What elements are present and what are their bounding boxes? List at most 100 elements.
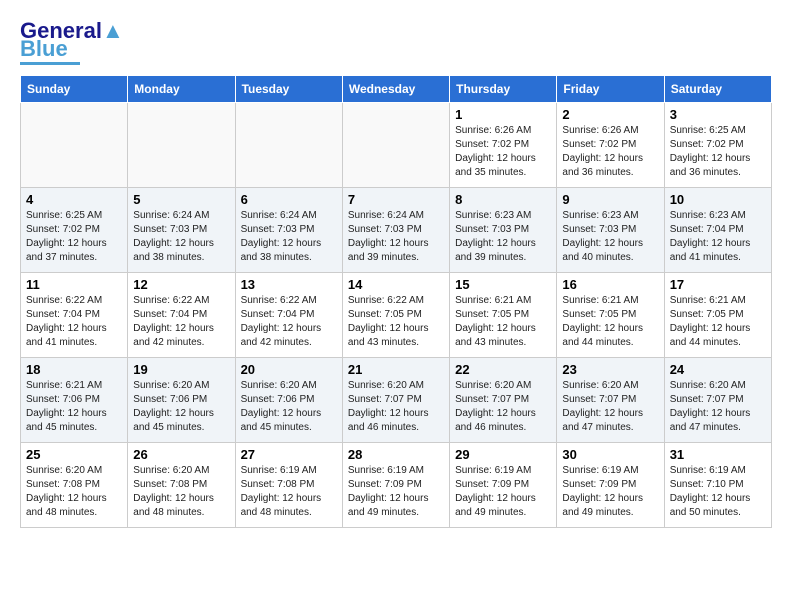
day-info: Sunrise: 6:21 AM Sunset: 7:06 PM Dayligh…: [26, 379, 122, 435]
day-info: Sunrise: 6:19 AM Sunset: 7:10 PM Dayligh…: [670, 464, 766, 520]
day-info: Sunrise: 6:26 AM Sunset: 7:02 PM Dayligh…: [455, 124, 551, 180]
day-number: 12: [133, 277, 229, 292]
day-number: 26: [133, 447, 229, 462]
day-number: 6: [241, 192, 337, 207]
calendar-cell: 12 Sunrise: 6:22 AM Sunset: 7:04 PM Dayli…: [128, 273, 235, 358]
calendar-week-row: 18Sunrise: 6:21 AM Sunset: 7:06 PM Dayli…: [21, 358, 772, 443]
day-info: Sunrise: 6:24 AM Sunset: 7:03 PM Dayligh…: [348, 209, 444, 265]
day-info: Sunrise: 6:20 AM Sunset: 7:06 PM Dayligh…: [133, 379, 229, 435]
calendar-cell: 24 Sunrise: 6:20 AM Sunset: 7:07 PM Dayli…: [664, 358, 771, 443]
day-number: 14: [348, 277, 444, 292]
logo-blue-text: Blue: [20, 38, 68, 60]
calendar-cell: 20Sunrise: 6:20 AM Sunset: 7:06 PM Dayli…: [235, 358, 342, 443]
calendar-cell: 31Sunrise: 6:19 AM Sunset: 7:10 PM Dayli…: [664, 443, 771, 528]
calendar-cell: [342, 103, 449, 188]
calendar-cell: 3 Sunrise: 6:25 AM Sunset: 7:02 PM Daylig…: [664, 103, 771, 188]
day-header-friday: Friday: [557, 76, 664, 103]
day-number: 11: [26, 277, 122, 292]
day-number: 23: [562, 362, 658, 377]
calendar-cell: 14 Sunrise: 6:22 AM Sunset: 7:05 PM Dayli…: [342, 273, 449, 358]
day-info: Sunrise: 6:26 AM Sunset: 7:02 PM Dayligh…: [562, 124, 658, 180]
calendar-cell: 10 Sunrise: 6:23 AM Sunset: 7:04 PM Dayli…: [664, 188, 771, 273]
calendar-cell: 11Sunrise: 6:22 AM Sunset: 7:04 PM Dayli…: [21, 273, 128, 358]
calendar-cell: [235, 103, 342, 188]
logo: General▲ Blue: [20, 20, 124, 65]
calendar-table: SundayMondayTuesdayWednesdayThursdayFrid…: [20, 75, 772, 528]
calendar-cell: 4 Sunrise: 6:25 AM Sunset: 7:02 PM Daylig…: [21, 188, 128, 273]
day-info: Sunrise: 6:21 AM Sunset: 7:05 PM Dayligh…: [455, 294, 551, 350]
day-info: Sunrise: 6:22 AM Sunset: 7:04 PM Dayligh…: [241, 294, 337, 350]
day-info: Sunrise: 6:23 AM Sunset: 7:03 PM Dayligh…: [562, 209, 658, 265]
day-info: Sunrise: 6:20 AM Sunset: 7:07 PM Dayligh…: [562, 379, 658, 435]
day-header-saturday: Saturday: [664, 76, 771, 103]
day-info: Sunrise: 6:19 AM Sunset: 7:09 PM Dayligh…: [562, 464, 658, 520]
calendar-week-row: 4 Sunrise: 6:25 AM Sunset: 7:02 PM Daylig…: [21, 188, 772, 273]
calendar-cell: 30 Sunrise: 6:19 AM Sunset: 7:09 PM Dayli…: [557, 443, 664, 528]
day-number: 1: [455, 107, 551, 122]
calendar-cell: 15 Sunrise: 6:21 AM Sunset: 7:05 PM Dayli…: [450, 273, 557, 358]
day-info: Sunrise: 6:19 AM Sunset: 7:08 PM Dayligh…: [241, 464, 337, 520]
day-number: 5: [133, 192, 229, 207]
day-number: 8: [455, 192, 551, 207]
day-info: Sunrise: 6:20 AM Sunset: 7:08 PM Dayligh…: [26, 464, 122, 520]
day-number: 30: [562, 447, 658, 462]
day-number: 10: [670, 192, 766, 207]
day-info: Sunrise: 6:22 AM Sunset: 7:05 PM Dayligh…: [348, 294, 444, 350]
day-info: Sunrise: 6:22 AM Sunset: 7:04 PM Dayligh…: [133, 294, 229, 350]
day-header-wednesday: Wednesday: [342, 76, 449, 103]
day-number: 15: [455, 277, 551, 292]
calendar-cell: 22 Sunrise: 6:20 AM Sunset: 7:07 PM Dayli…: [450, 358, 557, 443]
day-header-tuesday: Tuesday: [235, 76, 342, 103]
day-number: 21: [348, 362, 444, 377]
calendar-cell: [21, 103, 128, 188]
calendar-cell: 1 Sunrise: 6:26 AM Sunset: 7:02 PM Daylig…: [450, 103, 557, 188]
calendar-cell: 7 Sunrise: 6:24 AM Sunset: 7:03 PM Daylig…: [342, 188, 449, 273]
day-number: 3: [670, 107, 766, 122]
day-info: Sunrise: 6:24 AM Sunset: 7:03 PM Dayligh…: [133, 209, 229, 265]
calendar-week-row: 11 Sunrise: 6:22 AM Sunset: 7:04 PM Dayli…: [21, 273, 772, 358]
day-info: Sunrise: 6:23 AM Sunset: 7:04 PM Dayligh…: [670, 209, 766, 265]
calendar-week-row: 1 Sunrise: 6:26 AM Sunset: 7:02 PM Daylig…: [21, 103, 772, 188]
day-number: 13: [241, 277, 337, 292]
day-info: Sunrise: 6:20 AM Sunset: 7:07 PM Dayligh…: [455, 379, 551, 435]
day-info: Sunrise: 6:20 AM Sunset: 7:07 PM Dayligh…: [670, 379, 766, 435]
day-number: 22: [455, 362, 551, 377]
day-info: Sunrise: 6:24 AM Sunset: 7:03 PM Dayligh…: [241, 209, 337, 265]
day-header-thursday: Thursday: [450, 76, 557, 103]
day-info: Sunrise: 6:25 AM Sunset: 7:02 PM Dayligh…: [670, 124, 766, 180]
day-header-sunday: Sunday: [21, 76, 128, 103]
day-number: 9: [562, 192, 658, 207]
calendar-cell: 25 Sunrise: 6:20 AM Sunset: 7:08 PM Dayli…: [21, 443, 128, 528]
day-number: 16: [562, 277, 658, 292]
calendar-cell: 21 Sunrise: 6:20 AM Sunset: 7:07 PM Dayli…: [342, 358, 449, 443]
day-number: 17: [670, 277, 766, 292]
day-number: 7: [348, 192, 444, 207]
day-info: Sunrise: 6:20 AM Sunset: 7:07 PM Dayligh…: [348, 379, 444, 435]
calendar-header-row: SundayMondayTuesdayWednesdayThursdayFrid…: [21, 76, 772, 103]
day-number: 27: [241, 447, 337, 462]
day-info: Sunrise: 6:20 AM Sunset: 7:06 PM Dayligh…: [241, 379, 337, 435]
calendar-cell: 6 Sunrise: 6:24 AM Sunset: 7:03 PM Daylig…: [235, 188, 342, 273]
day-number: 24: [670, 362, 766, 377]
calendar-cell: 13 Sunrise: 6:22 AM Sunset: 7:04 PM Dayli…: [235, 273, 342, 358]
calendar-cell: 16 Sunrise: 6:21 AM Sunset: 7:05 PM Dayli…: [557, 273, 664, 358]
calendar-week-row: 25 Sunrise: 6:20 AM Sunset: 7:08 PM Dayli…: [21, 443, 772, 528]
calendar-cell: 29 Sunrise: 6:19 AM Sunset: 7:09 PM Dayli…: [450, 443, 557, 528]
day-number: 29: [455, 447, 551, 462]
day-info: Sunrise: 6:25 AM Sunset: 7:02 PM Dayligh…: [26, 209, 122, 265]
calendar-cell: 28 Sunrise: 6:19 AM Sunset: 7:09 PM Dayli…: [342, 443, 449, 528]
page-header: General▲ Blue: [20, 20, 772, 65]
day-number: 4: [26, 192, 122, 207]
calendar-cell: 27 Sunrise: 6:19 AM Sunset: 7:08 PM Dayli…: [235, 443, 342, 528]
calendar-cell: 18Sunrise: 6:21 AM Sunset: 7:06 PM Dayli…: [21, 358, 128, 443]
calendar-cell: [128, 103, 235, 188]
day-info: Sunrise: 6:21 AM Sunset: 7:05 PM Dayligh…: [562, 294, 658, 350]
day-info: Sunrise: 6:19 AM Sunset: 7:09 PM Dayligh…: [348, 464, 444, 520]
day-number: 2: [562, 107, 658, 122]
day-info: Sunrise: 6:19 AM Sunset: 7:09 PM Dayligh…: [455, 464, 551, 520]
day-number: 28: [348, 447, 444, 462]
calendar-cell: 9 Sunrise: 6:23 AM Sunset: 7:03 PM Daylig…: [557, 188, 664, 273]
day-number: 25: [26, 447, 122, 462]
calendar-cell: 8Sunrise: 6:23 AM Sunset: 7:03 PM Daylig…: [450, 188, 557, 273]
day-info: Sunrise: 6:21 AM Sunset: 7:05 PM Dayligh…: [670, 294, 766, 350]
